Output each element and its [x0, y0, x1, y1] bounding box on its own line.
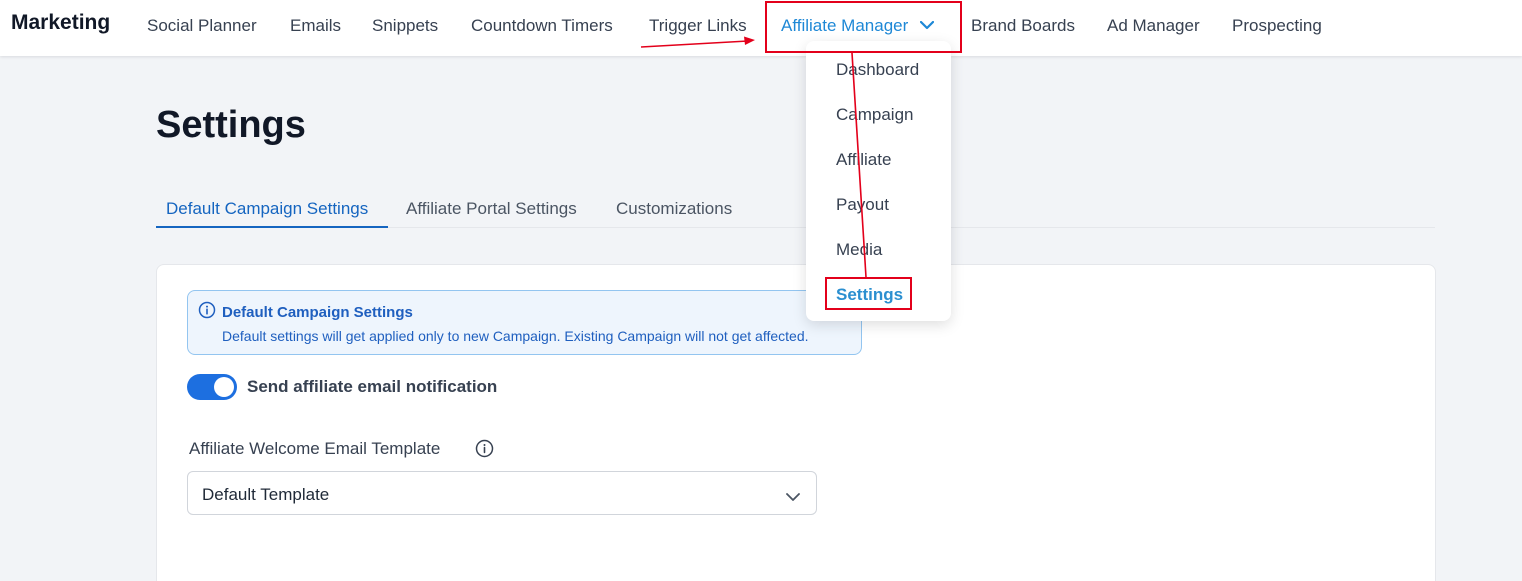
tab-customizations[interactable]: Customizations	[616, 199, 732, 219]
welcome-template-label: Affiliate Welcome Email Template	[189, 439, 441, 458]
dropdown-item-payout[interactable]: Payout	[836, 195, 889, 215]
nav-item-ad-manager[interactable]: Ad Manager	[1107, 16, 1200, 36]
welcome-template-value: Default Template	[202, 485, 330, 504]
nav-item-emails[interactable]: Emails	[290, 16, 341, 36]
dropdown-item-dashboard[interactable]: Dashboard	[836, 60, 919, 80]
nav-item-social-planner[interactable]: Social Planner	[147, 16, 257, 36]
info-banner-description: Default settings will get applied only t…	[222, 328, 809, 344]
dropdown-item-campaign[interactable]: Campaign	[836, 105, 914, 125]
nav-item-countdown-timers[interactable]: Countdown Timers	[471, 16, 613, 36]
nav-item-prospecting[interactable]: Prospecting	[1232, 16, 1322, 36]
page-title: Settings	[156, 104, 306, 146]
highlight-box-settings	[825, 277, 912, 310]
email-notification-toggle[interactable]	[187, 374, 237, 400]
tab-default-campaign-settings[interactable]: Default Campaign Settings	[166, 199, 368, 219]
info-icon	[198, 301, 216, 324]
active-tab-indicator	[156, 226, 388, 228]
settings-tabs: Default Campaign Settings Affiliate Port…	[156, 188, 1435, 228]
nav-item-snippets[interactable]: Snippets	[372, 16, 438, 36]
highlight-box-affiliate-manager	[765, 1, 962, 53]
nav-item-brand-boards[interactable]: Brand Boards	[971, 16, 1075, 36]
info-banner: Default Campaign Settings Default settin…	[187, 290, 862, 355]
info-banner-title: Default Campaign Settings	[222, 304, 413, 321]
toggle-knob	[214, 377, 234, 397]
welcome-template-select[interactable]: Default Template	[187, 471, 817, 515]
dropdown-item-media[interactable]: Media	[836, 240, 882, 260]
info-icon[interactable]	[475, 439, 494, 463]
chevron-down-icon	[786, 489, 800, 507]
nav-item-trigger-links[interactable]: Trigger Links	[649, 16, 747, 36]
top-nav-bar: Marketing Social Planner Emails Snippets…	[0, 0, 1522, 56]
dropdown-item-affiliate[interactable]: Affiliate	[836, 150, 891, 170]
tab-affiliate-portal-settings[interactable]: Affiliate Portal Settings	[406, 199, 577, 219]
app-title: Marketing	[11, 11, 111, 34]
email-notification-label: Send affiliate email notification	[247, 377, 498, 396]
